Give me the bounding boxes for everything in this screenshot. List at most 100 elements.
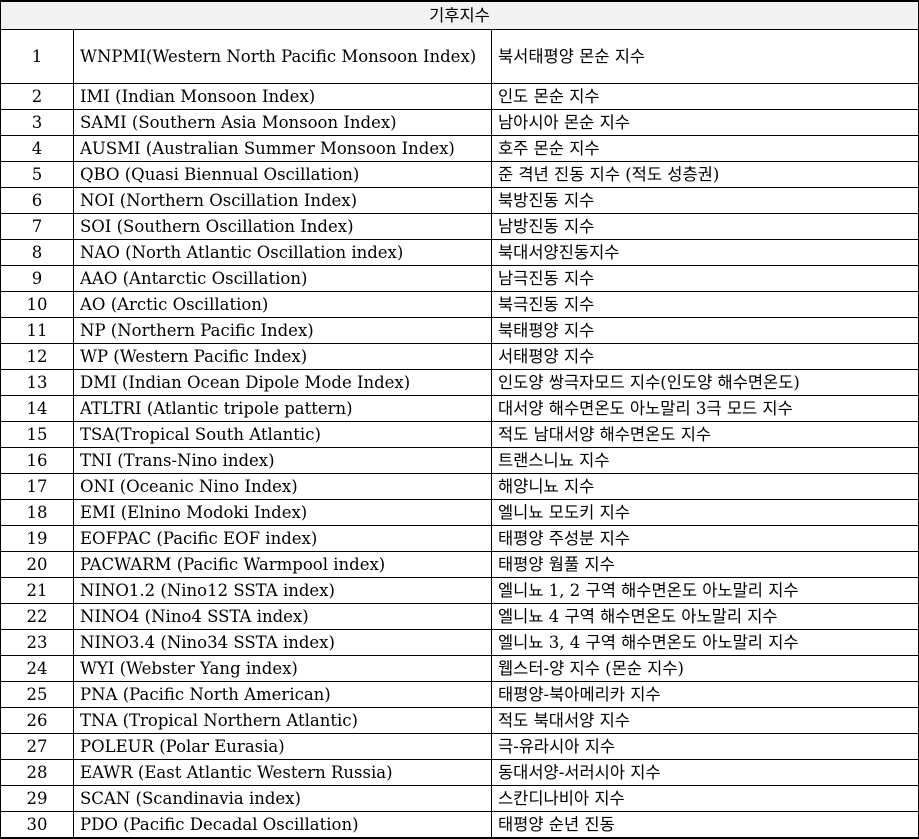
- table-row: 3 SAMI (Southern Asia Monsoon Index) 남아시아 …: [0, 109, 919, 136]
- index-korean-name: 태평양 웜풀 지수: [491, 551, 919, 578]
- index-number: 4: [0, 135, 74, 162]
- table-row: 20 PACWARM (Pacific Warmpool index) 태평양 웜풀…: [0, 551, 919, 578]
- index-korean-name: 동대서양-서러시아 지수: [491, 759, 919, 786]
- table-row: 22 NINO4 (Nino4 SSTA index) 엘니뇨 4 구역 해수면온도…: [0, 603, 919, 630]
- index-number: 14: [0, 395, 74, 422]
- table-row: 12 WP (Western Pacific Index) 서태평양 지수: [0, 343, 919, 370]
- index-number: 10: [0, 291, 74, 318]
- table-row: 23 NINO3.4 (Nino34 SSTA index) 엘니뇨 3, 4 구역…: [0, 629, 919, 656]
- index-number: 28: [0, 759, 74, 786]
- table-row: 15 TSA(Tropical South Atlantic) 적도 남대서양 해수…: [0, 421, 919, 448]
- index-number: 21: [0, 577, 74, 604]
- table-row: 26 TNA (Tropical Northern Atlantic) 적도 북대서…: [0, 707, 919, 734]
- index-name: SCAN (Scandinavia index): [73, 785, 492, 812]
- table-row: 14 ATLTRI (Atlantic tripole pattern) 대서양 해…: [0, 395, 919, 422]
- index-number: 23: [0, 629, 74, 656]
- index-korean-name: 엘니뇨 1, 2 구역 해수면온도 아노말리 지수: [491, 577, 919, 604]
- index-korean-name: 인도양 쌍극자모드 지수(인도양 해수면온도): [491, 369, 919, 396]
- index-number: 5: [0, 161, 74, 188]
- index-name: AO (Arctic Oscillation): [73, 291, 492, 318]
- table-body: 1 WNPMI(Western North Pacific Monsoon Ind…: [0, 29, 919, 839]
- index-number: 27: [0, 733, 74, 760]
- index-korean-name: 웹스터-양 지수 (몬순 지수): [491, 655, 919, 682]
- table-title: 기후지수: [0, 0, 919, 30]
- index-name: SOI (Southern Oscillation Index): [73, 213, 492, 240]
- table-header-row: 기후지수: [0, 0, 919, 30]
- index-korean-name: 북태평양 지수: [491, 317, 919, 344]
- index-korean-name: 해양니뇨 지수: [491, 473, 919, 500]
- table-row: 13 DMI (Indian Ocean Dipole Mode Index) 인도…: [0, 369, 919, 396]
- table-row: 19 EOFPAC (Pacific EOF index) 태평양 주성분 지수: [0, 525, 919, 552]
- index-number: 1: [0, 29, 74, 84]
- index-korean-name: 트랜스니뇨 지수: [491, 447, 919, 474]
- table-row: 4 AUSMI (Australian Summer Monsoon Index)…: [0, 135, 919, 162]
- index-name: DMI (Indian Ocean Dipole Mode Index): [73, 369, 492, 396]
- index-number: 18: [0, 499, 74, 526]
- table-row: 28 EAWR (East Atlantic Western Russia) 동대서…: [0, 759, 919, 786]
- index-name: ONI (Oceanic Nino Index): [73, 473, 492, 500]
- index-number: 30: [0, 811, 74, 839]
- index-korean-name: 북방진동 지수: [491, 187, 919, 214]
- index-korean-name: 서태평양 지수: [491, 343, 919, 370]
- table-row: 30 PDO (Pacific Decadal Oscillation) 태평양 순…: [0, 811, 919, 839]
- index-name: NINO4 (Nino4 SSTA index): [73, 603, 492, 630]
- table-row: 7 SOI (Southern Oscillation Index) 남방진동 지수: [0, 213, 919, 240]
- table-row: 17 ONI (Oceanic Nino Index) 해양니뇨 지수: [0, 473, 919, 500]
- index-number: 20: [0, 551, 74, 578]
- index-name: NINO1.2 (Nino12 SSTA index): [73, 577, 492, 604]
- index-number: 24: [0, 655, 74, 682]
- index-name: AUSMI (Australian Summer Monsoon Index): [73, 135, 492, 162]
- index-name: PNA (Pacific North American): [73, 681, 492, 708]
- index-number: 22: [0, 603, 74, 630]
- index-name: TNI (Trans-Nino index): [73, 447, 492, 474]
- index-korean-name: 북서태평양 몬순 지수: [491, 29, 919, 84]
- index-name: EMI (Elnino Modoki Index): [73, 499, 492, 526]
- index-korean-name: 북대서양진동지수: [491, 239, 919, 266]
- index-name: TNA (Tropical Northern Atlantic): [73, 707, 492, 734]
- table-row: 27 POLEUR (Polar Eurasia) 극-유라시아 지수: [0, 733, 919, 760]
- index-korean-name: 스칸디나비아 지수: [491, 785, 919, 812]
- index-number: 3: [0, 109, 74, 136]
- index-korean-name: 극-유라시아 지수: [491, 733, 919, 760]
- index-name: IMI (Indian Monsoon Index): [73, 83, 492, 110]
- index-name: SAMI (Southern Asia Monsoon Index): [73, 109, 492, 136]
- index-number: 16: [0, 447, 74, 474]
- table-row: 9 AAO (Antarctic Oscillation) 남극진동 지수: [0, 265, 919, 292]
- index-korean-name: 엘니뇨 모도키 지수: [491, 499, 919, 526]
- index-name: PACWARM (Pacific Warmpool index): [73, 551, 492, 578]
- table-row: 25 PNA (Pacific North American) 태평양-북아메리카 …: [0, 681, 919, 708]
- index-korean-name: 태평양 순년 진동: [491, 811, 919, 839]
- table-row: 10 AO (Arctic Oscillation) 북극진동 지수: [0, 291, 919, 318]
- index-number: 11: [0, 317, 74, 344]
- index-number: 6: [0, 187, 74, 214]
- table-row: 29 SCAN (Scandinavia index) 스칸디나비아 지수: [0, 785, 919, 812]
- table-row: 18 EMI (Elnino Modoki Index) 엘니뇨 모도키 지수: [0, 499, 919, 526]
- index-korean-name: 남극진동 지수: [491, 265, 919, 292]
- index-korean-name: 적도 남대서양 해수면온도 지수: [491, 421, 919, 448]
- index-number: 25: [0, 681, 74, 708]
- index-korean-name: 북극진동 지수: [491, 291, 919, 318]
- table-row: 11 NP (Northern Pacific Index) 북태평양 지수: [0, 317, 919, 344]
- table-row: 21 NINO1.2 (Nino12 SSTA index) 엘니뇨 1, 2 구역…: [0, 577, 919, 604]
- index-name: QBO (Quasi Biennual Oscillation): [73, 161, 492, 188]
- table-row: 24 WYI (Webster Yang index) 웹스터-양 지수 (몬순 지…: [0, 655, 919, 682]
- index-name: WNPMI(Western North Pacific Monsoon Inde…: [73, 29, 492, 84]
- index-name: WP (Western Pacific Index): [73, 343, 492, 370]
- index-name: ATLTRI (Atlantic tripole pattern): [73, 395, 492, 422]
- index-number: 15: [0, 421, 74, 448]
- table-row: 8 NAO (North Atlantic Oscillation index) 북…: [0, 239, 919, 266]
- table-row: 5 QBO (Quasi Biennual Oscillation) 준 격년 진동…: [0, 161, 919, 188]
- index-number: 9: [0, 265, 74, 292]
- index-korean-name: 호주 몬순 지수: [491, 135, 919, 162]
- index-number: 26: [0, 707, 74, 734]
- index-korean-name: 인도 몬순 지수: [491, 83, 919, 110]
- table-row: 6 NOI (Northern Oscillation Index) 북방진동 지수: [0, 187, 919, 214]
- table-row: 1 WNPMI(Western North Pacific Monsoon Ind…: [0, 29, 919, 84]
- index-number: 7: [0, 213, 74, 240]
- index-korean-name: 엘니뇨 3, 4 구역 해수면온도 아노말리 지수: [491, 629, 919, 656]
- index-number: 8: [0, 239, 74, 266]
- index-name: POLEUR (Polar Eurasia): [73, 733, 492, 760]
- index-korean-name: 준 격년 진동 지수 (적도 성층권): [491, 161, 919, 188]
- index-korean-name: 태평양 주성분 지수: [491, 525, 919, 552]
- table-row: 2 IMI (Indian Monsoon Index) 인도 몬순 지수: [0, 83, 919, 110]
